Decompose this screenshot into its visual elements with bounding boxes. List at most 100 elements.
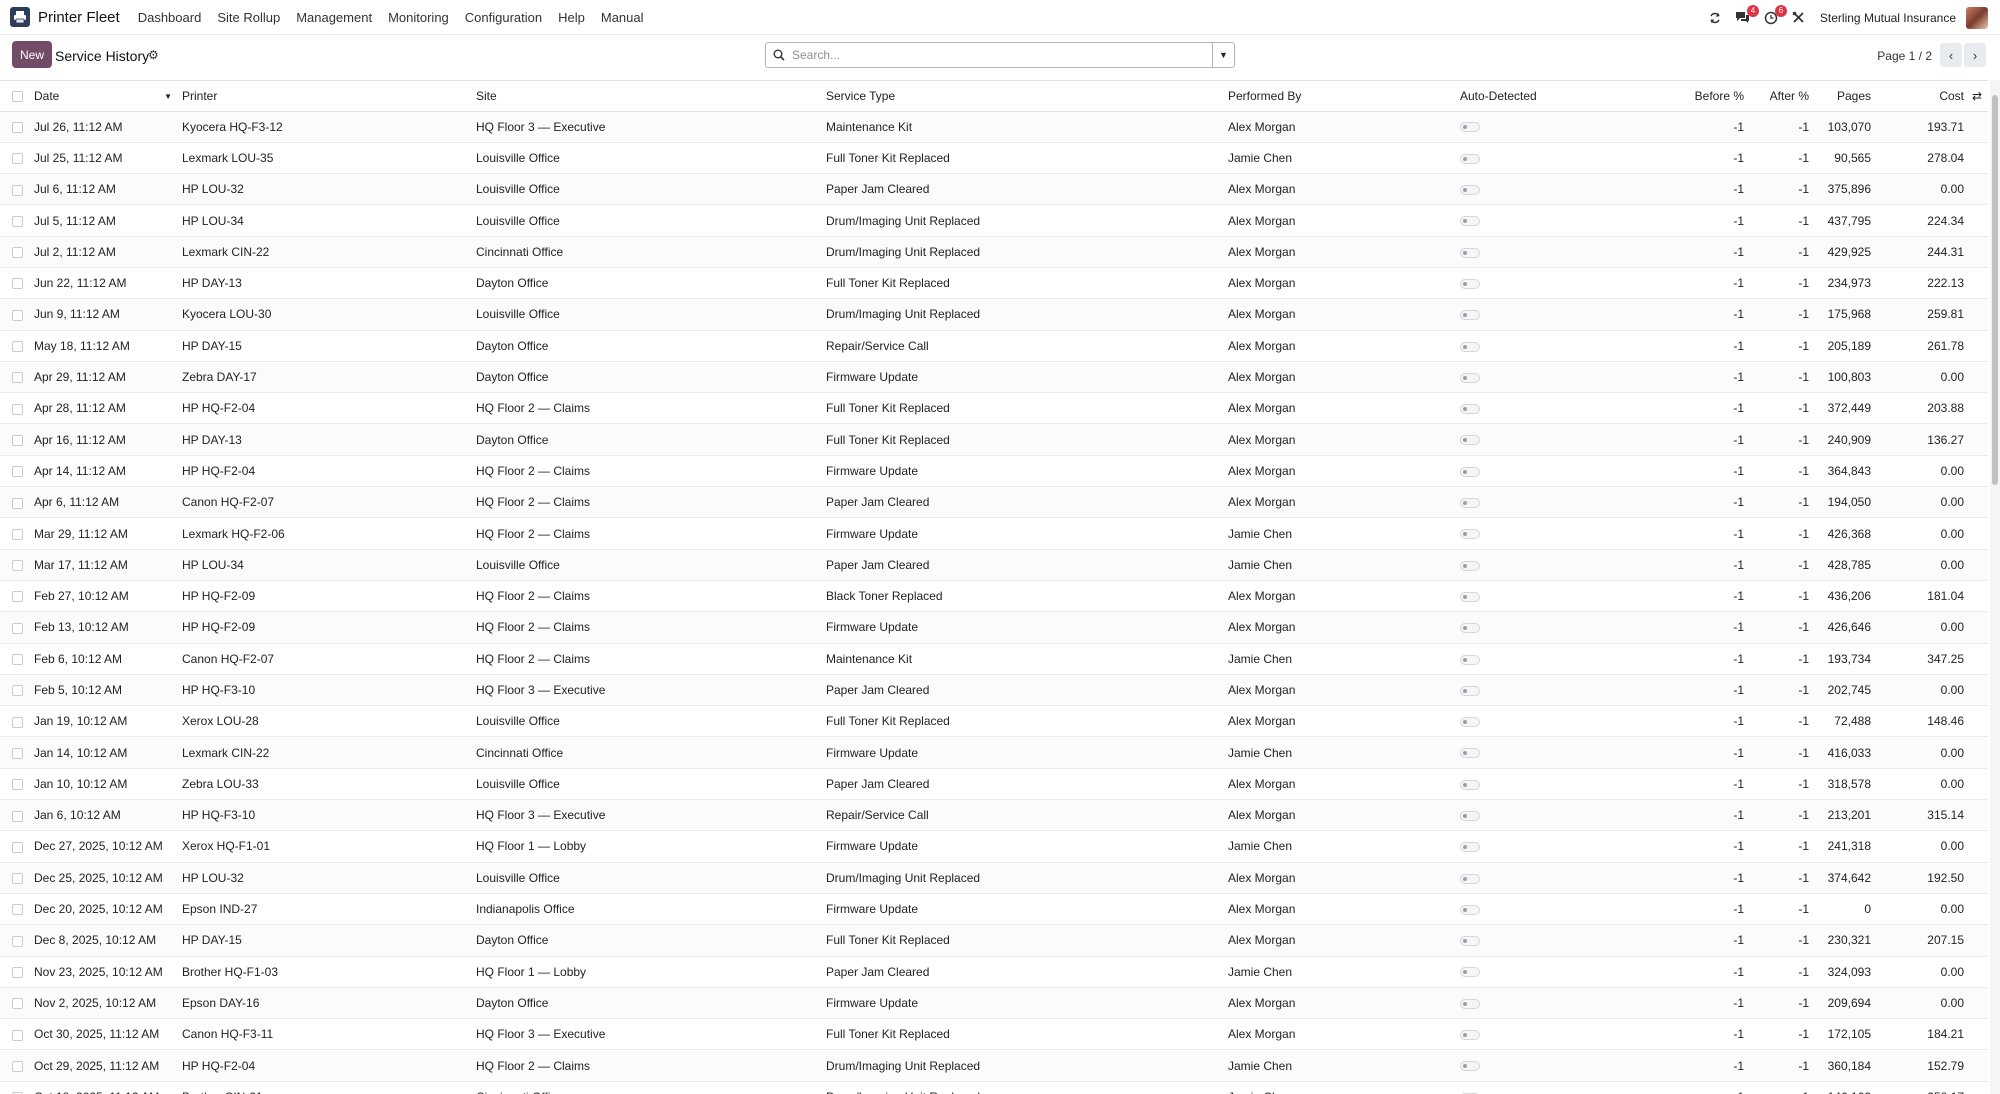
row-checkbox[interactable] [12,466,23,478]
row-checkbox[interactable] [12,935,23,947]
row-checkbox-cell[interactable] [0,361,30,394]
table-row[interactable]: Feb 13, 10:12 AM HP HQ-F2-09 HQ Floor 2 — … [0,611,1988,644]
auto-detected-toggle[interactable] [1460,122,1480,133]
table-row[interactable]: Jul 25, 11:12 AM Lexmark LOU-35 Louisville… [0,142,1988,175]
row-checkbox[interactable] [12,810,23,822]
table-row[interactable]: Oct 29, 2025, 11:12 AM HP HQ-F2-04 HQ Floo… [0,1049,1988,1082]
table-row[interactable]: Apr 28, 11:12 AM HP HQ-F2-04 HQ Floor 2 — … [0,392,1988,425]
auto-detected-toggle[interactable] [1460,967,1480,978]
row-checkbox-cell[interactable] [0,517,30,550]
page-title[interactable]: Service History [55,48,149,64]
row-checkbox[interactable] [12,685,23,697]
table-row[interactable]: Jul 6, 11:12 AM HP LOU-32 Louisville Offic… [0,173,1988,206]
row-checkbox-cell[interactable] [0,736,30,769]
messages-icon[interactable]: 4 [1732,4,1759,29]
auto-detected-toggle[interactable] [1460,1061,1480,1072]
row-checkbox[interactable] [12,278,23,290]
table-row[interactable]: Dec 8, 2025, 10:12 AM HP DAY-15 Dayton Off… [0,924,1988,957]
row-checkbox-cell[interactable] [0,173,30,206]
row-checkbox-cell[interactable] [0,267,30,300]
row-checkbox[interactable] [12,1029,23,1041]
auto-detected-toggle[interactable] [1460,247,1480,258]
auto-detected-toggle[interactable] [1460,560,1480,571]
table-row[interactable]: Apr 14, 11:12 AM HP HQ-F2-04 HQ Floor 2 — … [0,455,1988,488]
row-checkbox[interactable] [12,372,23,384]
refresh-icon[interactable] [1704,7,1726,29]
row-checkbox-cell[interactable] [0,705,30,738]
table-row[interactable]: Mar 17, 11:12 AM HP LOU-34 Louisville Offi… [0,549,1988,581]
row-checkbox[interactable] [12,591,23,603]
table-row[interactable]: Feb 27, 10:12 AM HP HQ-F2-09 HQ Floor 2 — … [0,580,1988,613]
new-button[interactable]: New [12,41,52,68]
row-checkbox[interactable] [12,654,23,666]
table-row[interactable]: Jan 14, 10:12 AM Lexmark CIN-22 Cincinnati… [0,736,1988,769]
row-checkbox[interactable] [12,528,23,540]
row-checkbox-cell[interactable] [0,1081,30,1094]
row-checkbox-cell[interactable] [0,580,30,613]
row-checkbox[interactable] [12,998,23,1010]
auto-detected-toggle[interactable] [1460,811,1480,821]
column-header-site[interactable]: Site [472,81,822,112]
row-checkbox-cell[interactable] [0,455,30,488]
auto-detected-toggle[interactable] [1460,435,1480,446]
column-header-cost[interactable]: Cost ⇄ [1875,81,1988,112]
auto-detected-toggle[interactable] [1460,153,1480,164]
row-checkbox[interactable] [12,1060,23,1072]
table-row[interactable]: Dec 20, 2025, 10:12 AM Epson IND-27 Indian… [0,893,1988,926]
menu-manual[interactable]: Manual [593,10,652,25]
auto-detected-toggle[interactable] [1460,372,1480,383]
table-row[interactable]: Dec 25, 2025, 10:12 AM HP LOU-32 Louisvill… [0,862,1988,894]
auto-detected-toggle[interactable] [1460,185,1480,196]
column-header-service-type[interactable]: Service Type [822,81,1224,112]
auto-detected-toggle[interactable] [1460,498,1480,509]
search-input[interactable] [792,44,1212,66]
row-checkbox-cell[interactable] [0,768,30,801]
auto-detected-toggle[interactable] [1460,310,1480,321]
table-row[interactable]: Feb 5, 10:12 AM HP HQ-F3-10 HQ Floor 3 — E… [0,674,1988,707]
menu-site-rollup[interactable]: Site Rollup [209,10,288,25]
row-checkbox[interactable] [12,497,23,509]
auto-detected-toggle[interactable] [1460,936,1480,947]
row-checkbox-cell[interactable] [0,799,30,832]
auto-detected-toggle[interactable] [1460,529,1480,540]
select-all-checkbox-cell[interactable] [0,81,30,112]
row-checkbox-cell[interactable] [0,643,30,675]
table-row[interactable]: Jul 5, 11:12 AM HP LOU-34 Louisville Offic… [0,204,1988,237]
table-row[interactable]: Jun 22, 11:12 AM HP DAY-13 Dayton Office Fu… [0,267,1988,300]
activity-clock-icon[interactable]: 6 [1760,4,1787,29]
row-checkbox-cell[interactable] [0,830,30,863]
table-row[interactable]: Oct 18, 2025, 11:12 AMBrother CIN-21Cinc… [0,1081,1988,1094]
row-checkbox[interactable] [12,560,23,572]
column-header-performed-by[interactable]: Performed By [1224,81,1456,112]
row-checkbox-cell[interactable] [0,1049,30,1082]
table-row[interactable]: Nov 23, 2025, 10:12 AM Brother HQ-F1-03 HQ… [0,956,1988,988]
row-checkbox[interactable] [12,841,23,853]
row-checkbox[interactable] [12,779,23,791]
row-checkbox[interactable] [12,309,23,321]
table-row[interactable]: Oct 30, 2025, 11:12 AM Canon HQ-F3-11 HQ F… [0,1018,1988,1051]
search-options-chevron-down-icon[interactable]: ▼ [1212,43,1234,67]
table-row[interactable]: May 18, 11:12 AM HP DAY-15 Dayton Office Re… [0,330,1988,362]
auto-detected-toggle[interactable] [1460,216,1480,227]
auto-detected-toggle[interactable] [1460,873,1480,884]
row-checkbox[interactable] [12,215,23,227]
row-checkbox-cell[interactable] [0,204,30,237]
tools-icon[interactable] [1788,7,1810,29]
row-checkbox[interactable] [12,966,23,978]
row-checkbox[interactable] [12,716,23,728]
row-checkbox-cell[interactable] [0,142,30,175]
auto-detected-toggle[interactable] [1460,779,1480,790]
menu-monitoring[interactable]: Monitoring [380,10,457,25]
menu-dashboard[interactable]: Dashboard [130,10,210,25]
company-switcher[interactable]: Sterling Mutual Insurance [1820,11,1956,25]
user-avatar[interactable] [1966,6,1988,29]
row-checkbox-cell[interactable] [0,298,30,331]
row-checkbox-cell[interactable] [0,111,30,143]
table-row[interactable]: Jun 9, 11:12 AM Kyocera LOU-30 Louisville … [0,298,1988,331]
column-header-after[interactable]: After % [1748,81,1813,112]
row-checkbox[interactable] [12,153,23,165]
pager-previous-chevron-left-icon[interactable]: ‹ [1940,43,1962,67]
row-checkbox[interactable] [12,121,23,133]
app-name[interactable]: Printer Fleet [38,9,120,26]
menu-management[interactable]: Management [288,10,380,25]
